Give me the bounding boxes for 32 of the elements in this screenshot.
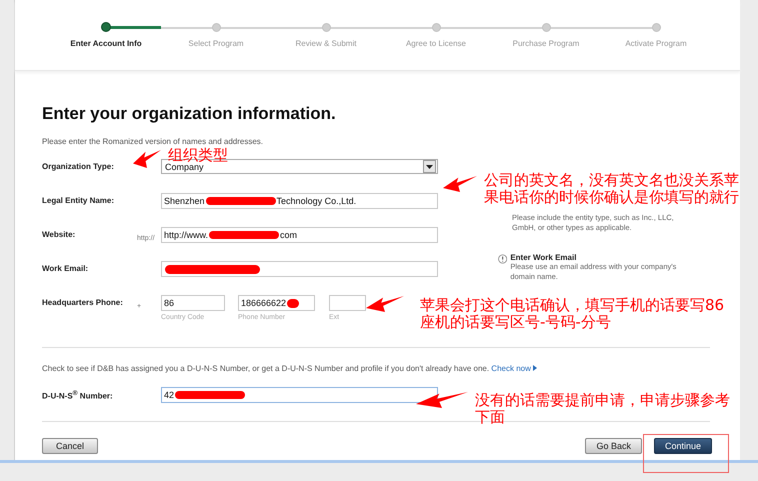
form-button[interactable]: Cancel bbox=[42, 438, 98, 454]
phone-field[interactable]: 186666622 bbox=[238, 295, 315, 311]
text-field[interactable] bbox=[161, 261, 438, 277]
annotation-text: 公司的英文名，没有英文名也没关系苹果电话你的时候你确认是你填写的就行 bbox=[484, 172, 740, 206]
text-field[interactable]: http://www. com bbox=[161, 227, 438, 243]
form-button[interactable]: Continue bbox=[654, 438, 712, 454]
phone-field[interactable]: 86 bbox=[161, 295, 225, 311]
arrow-icon bbox=[366, 296, 404, 312]
check-now-link[interactable]: Check now bbox=[491, 364, 538, 373]
arrow-icon bbox=[416, 392, 468, 408]
field-label: Legal Entity Name: bbox=[42, 195, 116, 205]
arrow-icon bbox=[443, 176, 477, 192]
dropdown-caret-icon bbox=[426, 164, 433, 168]
intro-text: Please enter the Romanized version of names and addresses. bbox=[42, 137, 264, 146]
text-field[interactable]: Shenzhen Technology Co.,Ltd. bbox=[161, 193, 438, 209]
duns-note: Check to see if D&B has assigned you a D-U-N-S Number, or get a D-U-N-S Number and profile if you don't already have one. Check now bbox=[42, 364, 740, 373]
annotation-text: 没有的话需要提前申请，申请步骤参考下面 bbox=[475, 392, 731, 426]
duns-field[interactable]: 42 bbox=[161, 387, 438, 403]
info-icon bbox=[498, 253, 508, 265]
field-label: Headquarters Phone: bbox=[42, 297, 124, 307]
field-label: Organization Type: bbox=[42, 161, 115, 171]
step-label[interactable]: Enter Account Info bbox=[70, 39, 142, 48]
arrow-icon bbox=[133, 150, 161, 168]
phone-field[interactable] bbox=[329, 295, 366, 311]
field-label: D-U-N-S$^{®}$ Number: bbox=[42, 389, 114, 401]
annotation-text: 苹果会打这个电话确认，填写手机的话要写86座机的话要写区号-号码-分号 bbox=[420, 297, 726, 331]
field-label: Work Email: bbox=[42, 263, 90, 273]
field-label: Website: bbox=[42, 229, 76, 239]
hint-title: Enter Work Email bbox=[510, 253, 578, 262]
caret-icon bbox=[533, 365, 538, 371]
page-heading: Enter your organization information. bbox=[42, 104, 337, 124]
form-button[interactable]: Go Back bbox=[585, 438, 642, 454]
